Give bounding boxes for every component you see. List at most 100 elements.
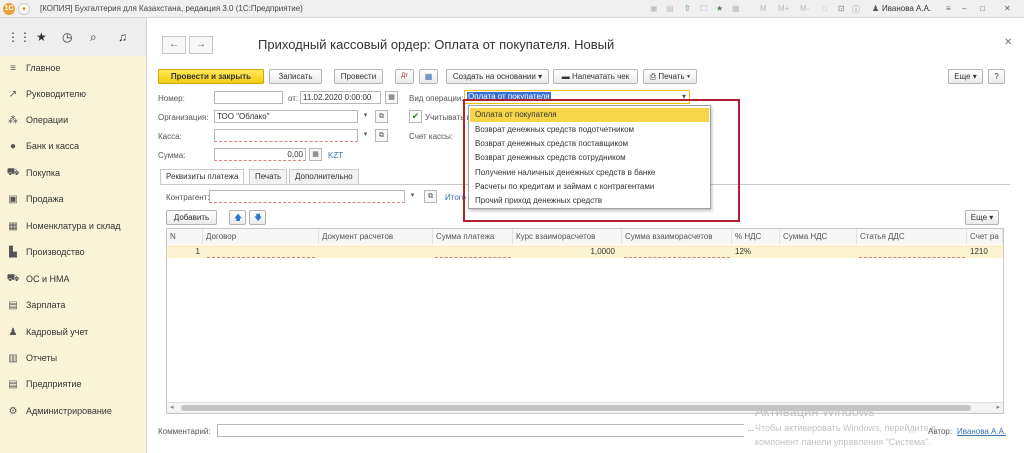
organization-field[interactable]: ТОО "Облако" bbox=[214, 110, 358, 123]
number-field[interactable] bbox=[214, 91, 283, 104]
calc-icon[interactable]: ▦ bbox=[732, 4, 740, 13]
back-icon[interactable]: ← bbox=[162, 36, 186, 54]
history-icon[interactable]: ☐ bbox=[700, 4, 707, 13]
sidebar-item-enterprise[interactable]: ▤ Предприятие bbox=[0, 373, 147, 395]
tab-payment-details[interactable]: Реквизиты платежа bbox=[160, 169, 245, 185]
option-loans[interactable]: Расчеты по кредитам и займам с контраген… bbox=[470, 180, 709, 194]
apps-grid-icon[interactable]: ⋮⋮ bbox=[7, 30, 31, 44]
cell-contract[interactable] bbox=[207, 245, 315, 258]
memory-minus-icon[interactable]: M- bbox=[800, 4, 809, 13]
info-icon[interactable]: ⓘ bbox=[852, 4, 860, 15]
column-header-rate[interactable]: Курс взаиморасчетов bbox=[513, 229, 622, 244]
star-icon[interactable]: ★ bbox=[36, 30, 47, 44]
scroll-right-icon[interactable]: ▸ bbox=[996, 403, 1000, 411]
open-icon[interactable]: ⧉ bbox=[375, 129, 388, 142]
option-other-income[interactable]: Прочий приход денежных средств bbox=[470, 194, 709, 208]
scroll-left-icon[interactable]: ◂ bbox=[170, 403, 174, 411]
open-icon[interactable]: ⧉ bbox=[424, 190, 437, 203]
cell-settlement-doc[interactable] bbox=[319, 245, 433, 258]
print-icon[interactable]: ▤ bbox=[666, 4, 674, 13]
sidebar-item-admin[interactable]: ⚙ Администрирование bbox=[0, 400, 147, 422]
save-icon[interactable]: ▣ bbox=[650, 4, 658, 13]
add-row-button[interactable]: Добавить bbox=[166, 210, 217, 225]
column-header-dds[interactable]: Статья ДДС bbox=[857, 229, 967, 244]
save-button[interactable]: Записать bbox=[269, 69, 322, 84]
post-button[interactable]: Провести bbox=[334, 69, 383, 84]
cell-vat-rate[interactable]: 12% bbox=[732, 245, 780, 258]
memory-icon[interactable]: M bbox=[760, 4, 767, 13]
menu-lines-icon[interactable]: ≡ bbox=[946, 4, 951, 13]
column-header-settlement-doc[interactable]: Документ расчетов bbox=[319, 229, 433, 244]
zoom-icon[interactable]: □ bbox=[822, 4, 827, 13]
column-header-vat-sum[interactable]: Сумма НДС bbox=[780, 229, 857, 244]
comment-field[interactable] bbox=[217, 424, 757, 437]
chevron-down-icon[interactable]: ▾ bbox=[359, 129, 372, 142]
close-form-icon[interactable]: ✕ bbox=[1004, 37, 1012, 48]
cell-dds[interactable] bbox=[859, 245, 965, 258]
sidebar-item-operations[interactable]: ⁂ Операции bbox=[0, 109, 147, 131]
sidebar-item-production[interactable]: ▙ Производство bbox=[0, 241, 147, 263]
tab-print[interactable]: Печать bbox=[249, 169, 288, 184]
table-more-button[interactable]: Еще ▾ bbox=[965, 210, 999, 225]
column-header-settlement-sum[interactable]: Сумма взаиморасчетов bbox=[622, 229, 732, 244]
column-header-contract[interactable]: Договор bbox=[203, 229, 319, 244]
post-and-close-button[interactable]: Провести и закрыть bbox=[158, 69, 264, 84]
sidebar-item-reports[interactable]: ▥ Отчеты bbox=[0, 347, 147, 369]
column-header-n[interactable]: N bbox=[167, 229, 203, 244]
column-header-payment-sum[interactable]: Сумма платежа bbox=[433, 229, 513, 244]
tab-additional[interactable]: Дополнительно bbox=[289, 169, 359, 184]
currency-link[interactable]: KZT bbox=[328, 151, 343, 160]
consider-checkbox[interactable]: ✔ bbox=[409, 110, 422, 123]
column-header-vat-rate[interactable]: % НДС bbox=[732, 229, 780, 244]
table-row[interactable]: 1 1,0000 12% 1210 bbox=[167, 245, 1003, 258]
sidebar-item-manager[interactable]: ↗ Руководителю bbox=[0, 83, 147, 105]
cell-settlement-sum[interactable] bbox=[624, 245, 730, 258]
sidebar-item-purchase[interactable]: ⛟ Покупка bbox=[0, 162, 147, 184]
chevron-down-icon[interactable]: ▾ bbox=[406, 190, 419, 203]
sum-field[interactable]: 0,00 bbox=[214, 148, 306, 161]
user-name[interactable]: Иванова А.А. bbox=[882, 4, 931, 13]
column-header-account[interactable]: Счет ра bbox=[967, 229, 1003, 244]
search-icon[interactable]: ⌕ bbox=[90, 30, 97, 45]
kassa-field[interactable] bbox=[214, 129, 358, 142]
print-receipt-button[interactable]: ▬ Напечатать чек bbox=[553, 69, 638, 84]
open-icon[interactable]: ⧉ bbox=[375, 110, 388, 123]
sidebar-item-sales[interactable]: ▣ Продажа bbox=[0, 188, 147, 210]
create-based-on-button[interactable]: Создать на основании ▾ bbox=[446, 69, 549, 84]
author-link[interactable]: Иванова А.А. bbox=[957, 427, 1006, 436]
close-window-icon[interactable]: ✕ bbox=[1004, 4, 1011, 13]
main-menu-icon[interactable]: ▾ bbox=[18, 3, 30, 15]
date-field[interactable]: 11.02.2020 0:00:00 bbox=[300, 91, 381, 104]
forward-icon[interactable]: → bbox=[189, 36, 213, 54]
sidebar-item-warehouse[interactable]: ▦ Номенклатура и склад bbox=[0, 215, 147, 237]
option-refund-employee[interactable]: Возврат денежных средств сотрудником bbox=[470, 151, 709, 165]
dt-kt-icon[interactable]: Дт bbox=[395, 69, 414, 84]
upload-icon[interactable]: ⇧ bbox=[684, 4, 691, 13]
calculator-icon[interactable]: ▦ bbox=[309, 148, 322, 161]
counterparty-field[interactable] bbox=[209, 190, 405, 203]
cell-rate[interactable]: 1,0000 bbox=[513, 245, 618, 258]
sidebar-item-hr[interactable]: ♟ Кадровый учет bbox=[0, 321, 147, 343]
option-customer-payment[interactable]: Оплата от покупателя bbox=[470, 108, 709, 122]
maximize-icon[interactable]: □ bbox=[980, 4, 985, 13]
window-icon[interactable]: ⊡ bbox=[838, 4, 845, 13]
sidebar-item-assets[interactable]: ⛟ ОС и НМА bbox=[0, 268, 147, 290]
favorites-icon[interactable]: ★ bbox=[716, 4, 723, 13]
more-button[interactable]: Еще ▾ bbox=[948, 69, 983, 84]
bell-icon[interactable]: ♫ bbox=[118, 30, 127, 44]
calendar-icon[interactable]: ▦ bbox=[385, 91, 398, 104]
option-refund-accountable[interactable]: Возврат денежных средств подотчетником bbox=[470, 123, 709, 137]
option-bank-cash[interactable]: Получение наличных денежных средств в ба… bbox=[470, 166, 709, 180]
option-refund-supplier[interactable]: Возврат денежных средств поставщиком bbox=[470, 137, 709, 151]
sidebar-item-salary[interactable]: ▤ Зарплата bbox=[0, 294, 147, 316]
cell-vat-sum[interactable] bbox=[780, 245, 857, 258]
help-button[interactable]: ? bbox=[988, 69, 1005, 84]
move-up-icon[interactable]: 🡅 bbox=[229, 210, 246, 225]
cell-payment-sum[interactable] bbox=[435, 245, 511, 258]
move-down-icon[interactable]: 🡇 bbox=[249, 210, 266, 225]
chevron-down-icon[interactable]: ▾ bbox=[359, 110, 372, 123]
horizontal-scrollbar[interactable]: ◂ ▸ bbox=[167, 402, 1003, 413]
cell-account[interactable]: 1210 bbox=[967, 245, 1003, 258]
memory-plus-icon[interactable]: M+ bbox=[778, 4, 789, 13]
print-button[interactable]: ⎙ Печать ▾ bbox=[643, 69, 697, 84]
